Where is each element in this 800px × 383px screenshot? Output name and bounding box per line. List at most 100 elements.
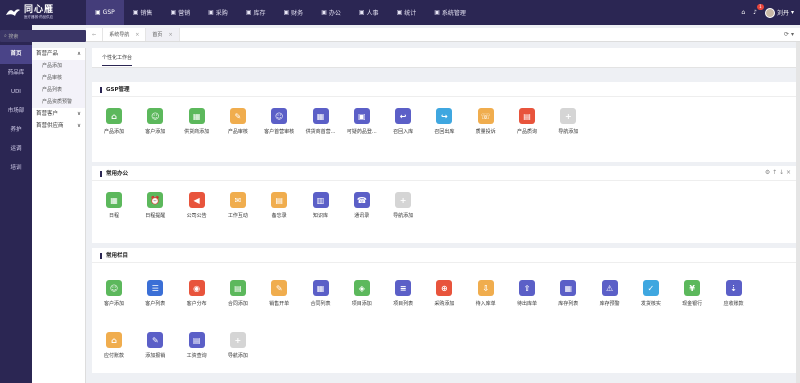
sidebar-subitem-6[interactable]: 首营供应商 ∨ [32,120,85,132]
nav-0[interactable]: ▣ GSP [86,0,124,25]
nav-tile[interactable]: ↪ 召回出库 [424,108,464,135]
nav-tile[interactable]: ▦ 库存列表 [548,280,588,307]
tile-label: 客户分布 [186,301,207,307]
nav-tile[interactable]: ✎ 添加报销 [135,332,175,359]
nav-tile[interactable]: ≡ 项目列表 [383,280,423,307]
nav-tile[interactable]: ☰ 客户列表 [135,280,175,307]
tile-icon: ¥ [684,280,701,296]
nav-5[interactable]: ▣ 财务 [275,0,313,25]
nav-tile[interactable]: ▦ 日程 [94,192,134,219]
home-icon[interactable]: ⌂ [741,9,745,16]
bell-icon[interactable]: ♪ 1 [753,4,764,16]
nav-tile[interactable]: ⌂ 应付账款 [94,332,134,359]
tile-icon: ▦ [106,192,122,208]
refresh-icon[interactable]: ⟳ ▾ [784,31,794,38]
chevron-icon: ∨ [76,111,81,117]
nav-tile[interactable]: ⇩ 待入库单 [466,280,506,307]
tile-label: 项目添加 [351,301,372,307]
tile-label: 可疑药品登... [346,129,377,135]
tile-icon: ☺ [271,108,288,124]
sidebar-item-4[interactable]: 养护 [0,121,32,140]
sidebar-search[interactable]: ⌕ 搜索 [0,30,86,42]
tile-label: 客户列表 [145,301,166,307]
sidebar-item-3[interactable]: 市场部 [0,102,32,121]
nav-tile[interactable]: + 导航添加 [218,332,258,359]
nav-tile[interactable]: ✎ 产品审核 [218,108,258,135]
nav-tile[interactable]: ▤ 备忘录 [259,192,299,219]
nav-tile[interactable]: ✓ 发货核实 [631,280,671,307]
tile-label: 添加报销 [145,353,166,359]
nav-tile[interactable]: ◉ 客户分布 [177,280,217,307]
scrollbar[interactable] [796,42,800,383]
nav-tile[interactable]: ✎ 销售开单 [259,280,299,307]
nav-tile[interactable]: ⊕ 采购添加 [424,280,464,307]
nav-7[interactable]: ▣ 人事 [350,0,388,25]
nav-tile[interactable]: ☺ 客户添加 [94,280,134,307]
nav-tile[interactable]: ▦ 供货商首营... [301,108,341,135]
nav-tile[interactable]: ⇧ 待出库单 [507,280,547,307]
nav-tile[interactable]: ☎ 通讯录 [342,192,382,219]
nav-3[interactable]: ▣ 采购 [199,0,237,25]
nav-tile[interactable]: ◈ 项目添加 [342,280,382,307]
nav-tile[interactable]: + 导航添加 [548,108,588,135]
tile-icon: ⇧ [519,280,535,296]
tile-label: 合同添加 [227,301,248,307]
nav-tile[interactable]: ▦ 合同列表 [301,280,341,307]
nav-tile[interactable]: ⇣ 应收账款 [714,280,754,307]
nav-tile[interactable]: ◀ 公司公告 [177,192,217,219]
nav-tile[interactable]: ⌂ 产品添加 [94,108,134,135]
nav-tile[interactable]: ▣ 可疑药品登... [342,108,382,135]
nav-tile[interactable]: ▤ 合同添加 [218,280,258,307]
nav-tile[interactable]: ▤ 产品质询 [507,108,547,135]
search-input[interactable]: 搜索 [8,33,18,40]
close-icon[interactable]: × [135,32,139,38]
sidebar-item-6[interactable]: 培训 [0,159,32,178]
nav-tile[interactable]: ▥ 知识库 [301,192,341,219]
panel-title: GSP管理 [100,87,130,93]
nav-tile[interactable]: ↩ 召回入库 [383,108,423,135]
nav-tile[interactable]: ☏ 质量投诉 [466,108,506,135]
nav-1[interactable]: ▣ 销售 [124,0,162,25]
panel-controls[interactable]: ⚙ ↑ ↓ × [765,169,791,176]
nav-tile[interactable]: ☺ 客户添加 [135,108,175,135]
tile-icon: ≡ [395,280,412,296]
sidebar-subitem-3[interactable]: 产品列表 [32,84,85,96]
nav-6[interactable]: ▣ 办公 [312,0,350,25]
tile-label: 应收账款 [723,301,744,307]
sidebar-item-5[interactable]: 运调 [0,140,32,159]
nav-tile[interactable]: ▤ 工资查询 [177,332,217,359]
tile-icon: ◈ [353,280,370,296]
notification-badge: 1 [757,4,764,10]
menu-toggle-icon[interactable]: ⇐ [86,28,104,41]
nav-tile[interactable]: ▦ 供货商添加 [177,108,217,135]
tab-1[interactable]: 首页 × [146,28,180,41]
nav-8[interactable]: ▣ 统计 [388,0,426,25]
tab-0[interactable]: 系统导航 × [103,28,147,41]
sidebar-item-1[interactable]: 药品库 [0,64,32,83]
nav-tile[interactable]: ⚠ 库存预警 [590,280,630,307]
sidebar-subitem-5[interactable]: 首营客户 ∨ [32,108,85,120]
tile-label: 产品添加 [103,129,124,135]
tile-label: 产品质询 [516,129,537,135]
sidebar-group-label: 首营客户 [36,111,59,117]
nav-tile[interactable]: ⏰ 日程提醒 [135,192,175,219]
sidebar-subitem-0[interactable]: 首营产品 ∧ [32,48,85,60]
nav-9[interactable]: ▣ 系统管理 [425,0,475,25]
tile-icon: ⇩ [477,280,494,296]
tile-label: 库存列表 [558,301,579,307]
close-icon[interactable]: × [168,32,172,38]
nav-tile[interactable]: ☺ 客户首营审核 [259,108,299,135]
nav-tile[interactable]: + 导航添加 [383,192,423,219]
sidebar-item-0[interactable]: 首页 [0,45,32,64]
nav-tile[interactable]: ¥ 现金银行 [672,280,712,307]
nav-2[interactable]: ▣ 营销 [161,0,199,25]
nav-tile[interactable]: ✉ 工作互动 [218,192,258,219]
logo: 同心雁 医疗器械·药品供应 [0,0,86,25]
user-menu[interactable]: 刘丹 ▾ [764,7,794,18]
nav-4[interactable]: ▣ 库存 [237,0,275,25]
tab-personal-workbench[interactable]: 个性化工作台 [102,54,133,66]
sidebar-subitem-1[interactable]: 产品添加 [32,60,85,72]
sidebar-subitem-4[interactable]: 产品资质预警 [32,96,85,108]
sidebar-item-2[interactable]: UDI [0,83,32,102]
sidebar-subitem-2[interactable]: 产品审核 [32,72,85,84]
